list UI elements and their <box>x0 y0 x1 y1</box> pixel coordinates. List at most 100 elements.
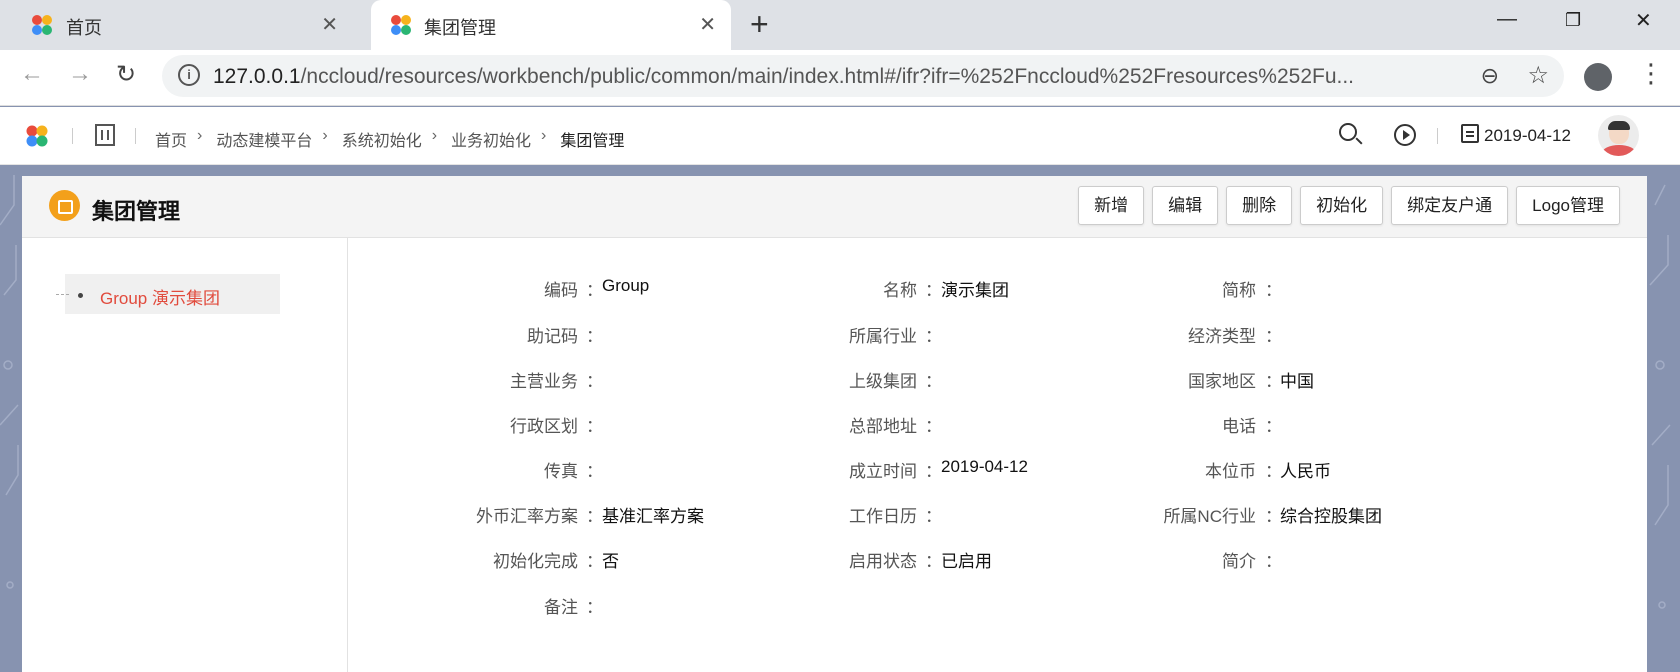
field-label: 行政区划 <box>510 417 578 436</box>
field-colon: ： <box>925 281 942 300</box>
browser-toolbar: ← → ↻ i 127.0.0.1/nccloud/resources/work… <box>0 50 1680 106</box>
field-label: 主营业务 <box>510 372 578 391</box>
field-colon: ： <box>586 417 603 436</box>
page-title: 集团管理 <box>92 199 181 224</box>
field-colon: ： <box>586 507 603 526</box>
bookmark-star-icon[interactable]: ☆ <box>1527 61 1549 90</box>
field-colon: ： <box>586 281 603 300</box>
breadcrumb: 首页 › 动态建模平台 › 系统初始化 › 业务初始化 › 集团管理 <box>155 127 634 151</box>
browser-menu-icon[interactable]: ⋮ <box>1638 58 1664 89</box>
field-value: Group <box>602 276 650 295</box>
field-label: 上级集团 <box>849 372 917 391</box>
app-favicon-icon <box>32 15 52 35</box>
field-label: 所属NC行业 <box>1163 507 1256 526</box>
field-value: 人民币 <box>1280 462 1331 481</box>
field-label: 本位币 <box>1205 462 1256 481</box>
field-colon: ： <box>925 372 942 391</box>
field-colon: ： <box>586 598 603 617</box>
tree-connector <box>56 294 69 295</box>
field-colon: ： <box>1265 552 1282 571</box>
field-colon: ： <box>1265 327 1282 346</box>
forward-arrow-icon[interactable]: → <box>68 60 92 88</box>
logo-manage-button[interactable]: Logo管理 <box>1516 186 1620 225</box>
divider <box>1437 128 1438 144</box>
search-icon[interactable] <box>1339 123 1357 141</box>
field-label: 所属行业 <box>849 327 917 346</box>
app-header: 首页 › 动态建模平台 › 系统初始化 › 业务初始化 › 集团管理 2019-… <box>0 107 1680 165</box>
building-icon[interactable] <box>95 124 115 146</box>
field-colon: ： <box>925 462 942 481</box>
main-card: 集团管理 新增 编辑 删除 初始化 绑定友户通 Logo管理 Group 演示集… <box>22 176 1647 672</box>
field-label: 传真 <box>544 462 578 481</box>
app-logo-icon[interactable] <box>24 124 50 148</box>
field-colon: ： <box>586 327 603 346</box>
reload-icon[interactable]: ↻ <box>116 60 136 89</box>
close-icon[interactable]: ✕ <box>321 12 338 37</box>
browser-profile-icon[interactable] <box>1584 63 1612 91</box>
field-label: 电话 <box>1222 417 1256 436</box>
field-label: 名称 <box>883 281 917 300</box>
breadcrumb-item[interactable]: 系统初始化 <box>342 127 422 151</box>
avatar[interactable] <box>1598 115 1639 156</box>
card-header: 集团管理 新增 编辑 删除 初始化 绑定友户通 Logo管理 <box>22 176 1647 238</box>
field-colon: ： <box>586 372 603 391</box>
field-label: 国家地区 <box>1188 372 1256 391</box>
tree-node-label[interactable]: Group 演示集团 <box>100 284 220 309</box>
group-tree: Group 演示集团 <box>22 238 348 672</box>
browser-tab-group[interactable]: 集团管理 ✕ <box>371 0 731 50</box>
field-value: 演示集团 <box>941 281 1009 300</box>
breadcrumb-item[interactable]: 首页 <box>155 127 187 151</box>
group-detail-form: 编码： Group 名称：演示集团 简称：助记码：所属行业：经济类型：主营业务：上级集… <box>348 238 1647 672</box>
zoom-icon[interactable]: ⊖ <box>1481 63 1499 89</box>
field-colon: ： <box>925 507 942 526</box>
new-tab-plus-icon[interactable]: + <box>750 6 769 43</box>
edit-button[interactable]: 编辑 <box>1152 186 1219 225</box>
field-label: 简称 <box>1222 281 1256 300</box>
delete-button[interactable]: 删除 <box>1226 186 1293 225</box>
browser-tabstrip: 首页 ✕ 集团管理 ✕ + — ❐ ✕ <box>0 0 1680 50</box>
field-value: 基准汇率方案 <box>602 507 704 526</box>
field-colon: ： <box>1265 281 1282 300</box>
window-close-icon[interactable]: ✕ <box>1635 8 1652 33</box>
divider <box>72 128 73 144</box>
tree-bullet-icon <box>78 293 83 298</box>
minimize-icon[interactable]: — <box>1497 8 1517 31</box>
calendar-icon[interactable] <box>1461 124 1479 143</box>
field-value: 2019-04-12 <box>941 457 1028 476</box>
add-button[interactable]: 新增 <box>1078 186 1145 225</box>
address-bar[interactable]: i 127.0.0.1/nccloud/resources/workbench/… <box>162 55 1564 97</box>
field-label: 成立时间 <box>849 462 917 481</box>
chevron-right-icon: › <box>431 127 438 144</box>
bind-yonyou-button[interactable]: 绑定友户通 <box>1391 186 1509 225</box>
breadcrumb-item[interactable]: 动态建模平台 <box>216 127 312 151</box>
business-date[interactable]: 2019-04-12 <box>1484 126 1571 146</box>
group-management-icon <box>49 190 80 221</box>
play-icon[interactable] <box>1394 124 1416 146</box>
breadcrumb-item[interactable]: 业务初始化 <box>451 127 531 151</box>
field-label: 备注 <box>544 598 578 617</box>
field-value: 中国 <box>1280 372 1314 391</box>
url-path: /nccloud/resources/workbench/public/comm… <box>300 65 1355 88</box>
breadcrumb-current: 集团管理 <box>560 133 625 150</box>
restore-icon[interactable]: ❐ <box>1565 10 1581 31</box>
field-label: 启用状态 <box>849 552 917 571</box>
field-value: 否 <box>602 552 619 571</box>
action-toolbar: 新增 编辑 删除 初始化 绑定友户通 Logo管理 <box>1078 186 1620 225</box>
back-arrow-icon[interactable]: ← <box>20 60 44 88</box>
field-label: 总部地址 <box>849 417 917 436</box>
chevron-right-icon: › <box>541 127 547 144</box>
field-label: 初始化完成 <box>493 552 578 571</box>
browser-tab-home[interactable]: 首页 ✕ <box>0 0 370 50</box>
field-colon: ： <box>925 327 942 346</box>
initialize-button[interactable]: 初始化 <box>1300 186 1384 225</box>
url-host: 127.0.0.1 <box>213 65 301 88</box>
chevron-right-icon: › <box>322 127 328 144</box>
close-icon[interactable]: ✕ <box>699 12 716 37</box>
url-text[interactable]: 127.0.0.1/nccloud/resources/workbench/pu… <box>213 65 1354 89</box>
field-label: 简介 <box>1222 552 1256 571</box>
field-colon: ： <box>925 552 942 571</box>
browser-tab-label: 集团管理 <box>424 18 496 38</box>
site-info-icon[interactable]: i <box>178 64 200 86</box>
field-label: 经济类型 <box>1188 327 1256 346</box>
chevron-right-icon: › <box>197 127 203 144</box>
